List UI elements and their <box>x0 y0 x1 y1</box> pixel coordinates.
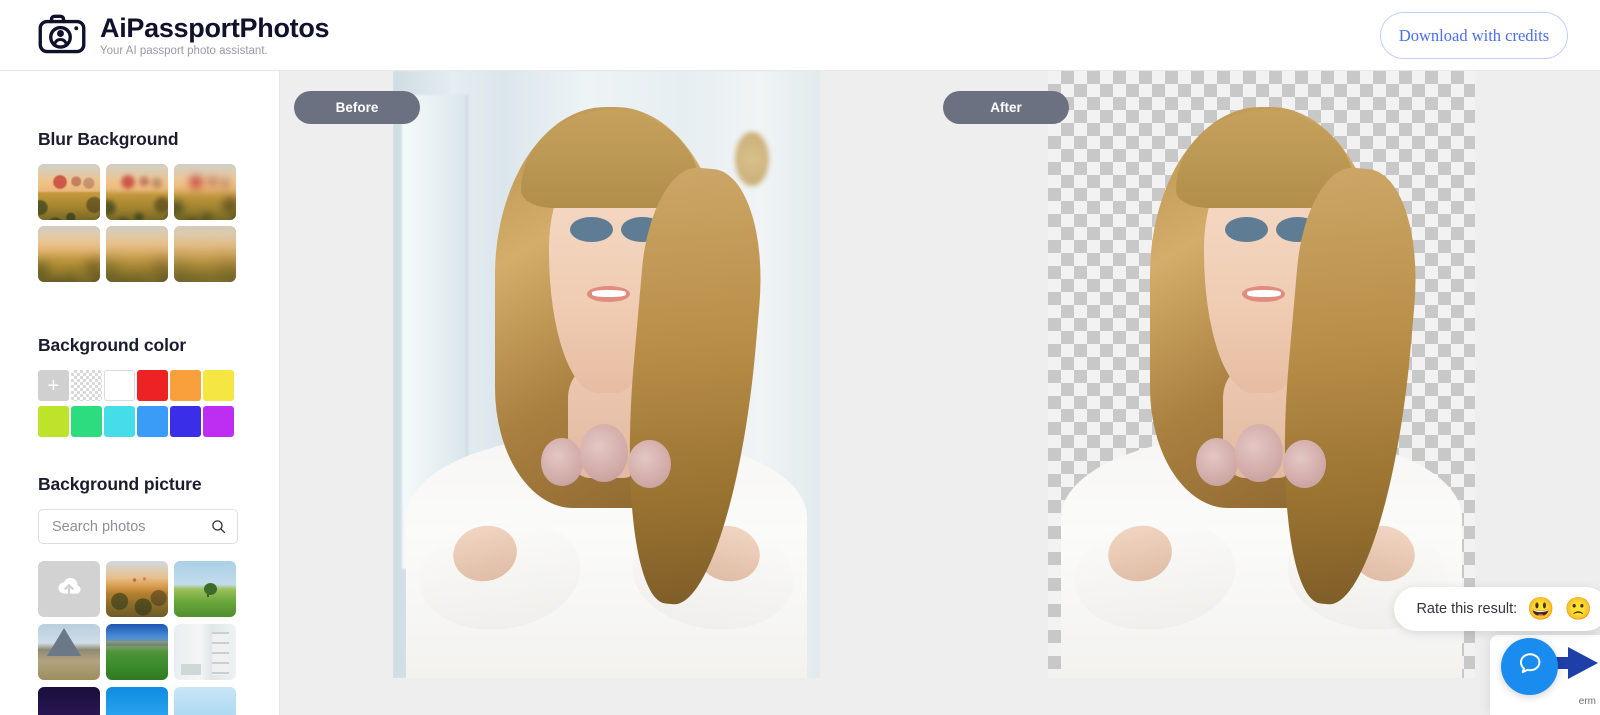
section-background-picture: Background picture <box>38 474 238 715</box>
swatch-cyan[interactable] <box>104 406 135 437</box>
chat-card-text: erm <box>1578 696 1596 707</box>
photo-blue-gradient[interactable] <box>106 687 168 715</box>
upload-photo-button[interactable] <box>38 561 100 617</box>
photo-lone-tree-field[interactable] <box>174 561 236 617</box>
app-title: AiPassportPhotos <box>100 12 330 43</box>
camera-portrait-icon <box>38 11 86 59</box>
photo-thumbnail-grid <box>38 561 238 715</box>
chat-bubble-icon <box>1516 650 1544 683</box>
necklace-flower <box>628 440 671 489</box>
rate-result-widget: Rate this result: 😃 🙁 <box>1394 587 1600 631</box>
blur-thumbnail-grid <box>38 164 236 282</box>
photo-light-blue[interactable] <box>174 687 236 715</box>
chat-launcher-button[interactable] <box>1501 638 1558 695</box>
before-image[interactable] <box>393 71 820 678</box>
portrait-eye-left <box>1225 216 1268 243</box>
photo-mountain-peak[interactable] <box>38 624 100 680</box>
swatch-indigo[interactable] <box>170 406 201 437</box>
section-blur-background: Blur Background <box>38 129 236 282</box>
cloud-upload-icon <box>54 572 84 607</box>
search-input[interactable] <box>50 517 211 536</box>
photo-green-meadow[interactable] <box>106 624 168 680</box>
brand-text: AiPassportPhotos Your AI passport photo … <box>100 12 330 58</box>
blur-level-2[interactable] <box>106 164 168 220</box>
brand[interactable]: AiPassportPhotos Your AI passport photo … <box>38 11 330 59</box>
rate-result-label: Rate this result: <box>1416 601 1518 617</box>
necklace-flower <box>580 424 629 482</box>
portrait-eye-left <box>570 216 613 243</box>
blur-level-4[interactable] <box>38 226 100 282</box>
blur-level-3[interactable] <box>174 164 236 220</box>
photo-night-sky[interactable] <box>38 687 100 715</box>
download-with-credits-button[interactable]: Download with credits <box>1380 12 1568 59</box>
app-tagline: Your AI passport photo assistant. <box>100 44 268 57</box>
background-color-title: Background color <box>38 335 187 355</box>
swatch-lime[interactable] <box>38 406 69 437</box>
add-custom-color-button[interactable]: + <box>38 370 69 401</box>
background-picture-title: Background picture <box>38 474 202 494</box>
before-label[interactable]: Before <box>294 91 420 124</box>
blur-background-title: Blur Background <box>38 129 179 149</box>
swatch-orange[interactable] <box>170 370 201 401</box>
sidebar: Blur Background Background color + Backg… <box>0 71 280 715</box>
swatch-blue[interactable] <box>137 406 168 437</box>
swatch-transparent[interactable] <box>71 370 102 401</box>
blur-level-1[interactable] <box>38 164 100 220</box>
after-label[interactable]: After <box>943 91 1069 124</box>
section-background-color: Background color + <box>38 335 234 437</box>
necklace-flower <box>540 437 584 486</box>
photo-white-interior[interactable] <box>174 624 236 680</box>
blur-level-6[interactable] <box>174 226 236 282</box>
necklace-flower <box>1195 437 1239 486</box>
swatch-white[interactable] <box>104 370 135 401</box>
search-icon[interactable] <box>211 519 226 534</box>
necklace-flower <box>1283 440 1326 489</box>
plus-icon: + <box>47 374 60 397</box>
rate-negative-icon[interactable]: 🙁 <box>1565 598 1592 620</box>
swatch-yellow[interactable] <box>203 370 234 401</box>
color-swatch-grid: + <box>38 370 234 437</box>
portrait-necklace <box>1193 423 1334 490</box>
swatch-green[interactable] <box>71 406 102 437</box>
app-root: AiPassportPhotos Your AI passport photo … <box>0 0 1600 715</box>
portrait-necklace <box>538 423 679 490</box>
portrait-original <box>393 71 820 678</box>
photo-sunset-city[interactable] <box>106 561 168 617</box>
swatch-red[interactable] <box>137 370 168 401</box>
necklace-flower <box>1235 424 1284 482</box>
search-photos-box[interactable] <box>38 509 238 544</box>
arrow-right-icon <box>1568 647 1598 679</box>
rate-positive-icon[interactable]: 😃 <box>1527 598 1554 620</box>
blur-level-5[interactable] <box>106 226 168 282</box>
app-header: AiPassportPhotos Your AI passport photo … <box>0 0 1600 71</box>
swatch-magenta[interactable] <box>203 406 234 437</box>
